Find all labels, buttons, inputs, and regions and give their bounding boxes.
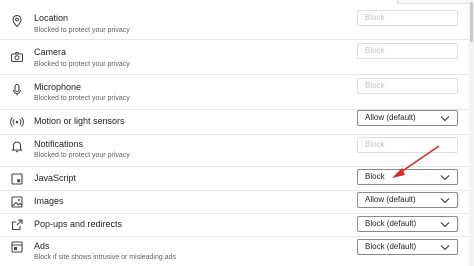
location-icon <box>10 14 24 28</box>
sensors-icon <box>10 115 24 129</box>
permission-row-popups: Pop-ups and redirects Block (default) <box>0 214 469 237</box>
camera-dropdown[interactable]: Block <box>357 43 458 59</box>
dropdown-value: Allow (default) <box>365 113 416 122</box>
dropdown-value: Block <box>365 81 385 90</box>
dropdown-value: Block <box>365 140 385 149</box>
permission-title: Images <box>34 196 64 206</box>
javascript-dropdown[interactable]: Block <box>357 169 458 185</box>
chevron-down-icon <box>440 221 450 228</box>
permission-subtitle: Blocked to protect your privacy <box>34 61 130 68</box>
notifications-dropdown[interactable]: Block <box>357 137 458 153</box>
microphone-icon <box>10 83 24 97</box>
microphone-dropdown[interactable]: Block <box>357 78 458 94</box>
permission-title: Motion or light sensors <box>34 116 125 126</box>
bell-icon <box>10 139 24 153</box>
dropdown-value: Block <box>365 13 385 22</box>
location-dropdown[interactable]: Block <box>357 10 458 26</box>
permission-subtitle: Blocked to protect your privacy <box>34 95 130 102</box>
permission-subtitle: Block if site shows intrusive or mislead… <box>34 254 177 261</box>
dropdown-value: Block <box>365 172 385 181</box>
chevron-down-icon <box>440 115 450 122</box>
images-dropdown[interactable]: Allow (default) <box>357 192 458 208</box>
ads-icon <box>10 240 24 254</box>
dropdown-value: Allow (default) <box>365 195 416 204</box>
dropdown-value: Block (default) <box>365 219 417 228</box>
dropdown-value: Block (default) <box>365 242 417 251</box>
permission-title: Camera <box>34 47 67 57</box>
camera-icon <box>10 50 24 64</box>
permission-title: Microphone <box>34 82 82 92</box>
permission-subtitle: Blocked to protect your privacy <box>34 152 130 159</box>
dropdown-value: Block <box>365 46 385 55</box>
popups-dropdown[interactable]: Block (default) <box>357 216 458 232</box>
permission-row-javascript: JavaScript Block <box>0 167 469 191</box>
permission-title: JavaScript <box>34 173 77 183</box>
permission-row-microphone: Microphone Blocked to protect your priva… <box>0 75 469 110</box>
permission-title: Ads <box>34 241 50 251</box>
javascript-icon <box>10 172 24 186</box>
permission-row-sensors: Motion or light sensors Allow (default) <box>0 110 469 135</box>
permission-title: Notifications <box>34 139 84 149</box>
permission-row-camera: Camera Blocked to protect your privacy B… <box>0 40 469 75</box>
permission-title: Location <box>34 13 69 23</box>
ads-dropdown[interactable]: Block (default) <box>357 239 458 255</box>
image-icon <box>10 195 24 209</box>
permission-row-location: Location Blocked to protect your privacy… <box>0 4 469 40</box>
scrollbar-thumb[interactable] <box>470 2 473 42</box>
permission-title: Pop-ups and redirects <box>34 219 123 229</box>
chevron-down-icon <box>440 244 450 251</box>
site-permissions-page: Location Blocked to protect your privacy… <box>0 0 474 266</box>
permission-row-images: Images Allow (default) <box>0 191 469 214</box>
popup-icon <box>10 218 24 232</box>
permission-subtitle: Blocked to protect your privacy <box>34 27 130 34</box>
permission-row-notifications: Notifications Blocked to protect your pr… <box>0 135 469 167</box>
permission-row-ads: Ads Block if site shows intrusive or mis… <box>0 237 469 266</box>
sensors-dropdown[interactable]: Allow (default) <box>357 110 458 126</box>
chevron-down-icon <box>440 174 450 181</box>
chevron-down-icon <box>440 197 450 204</box>
